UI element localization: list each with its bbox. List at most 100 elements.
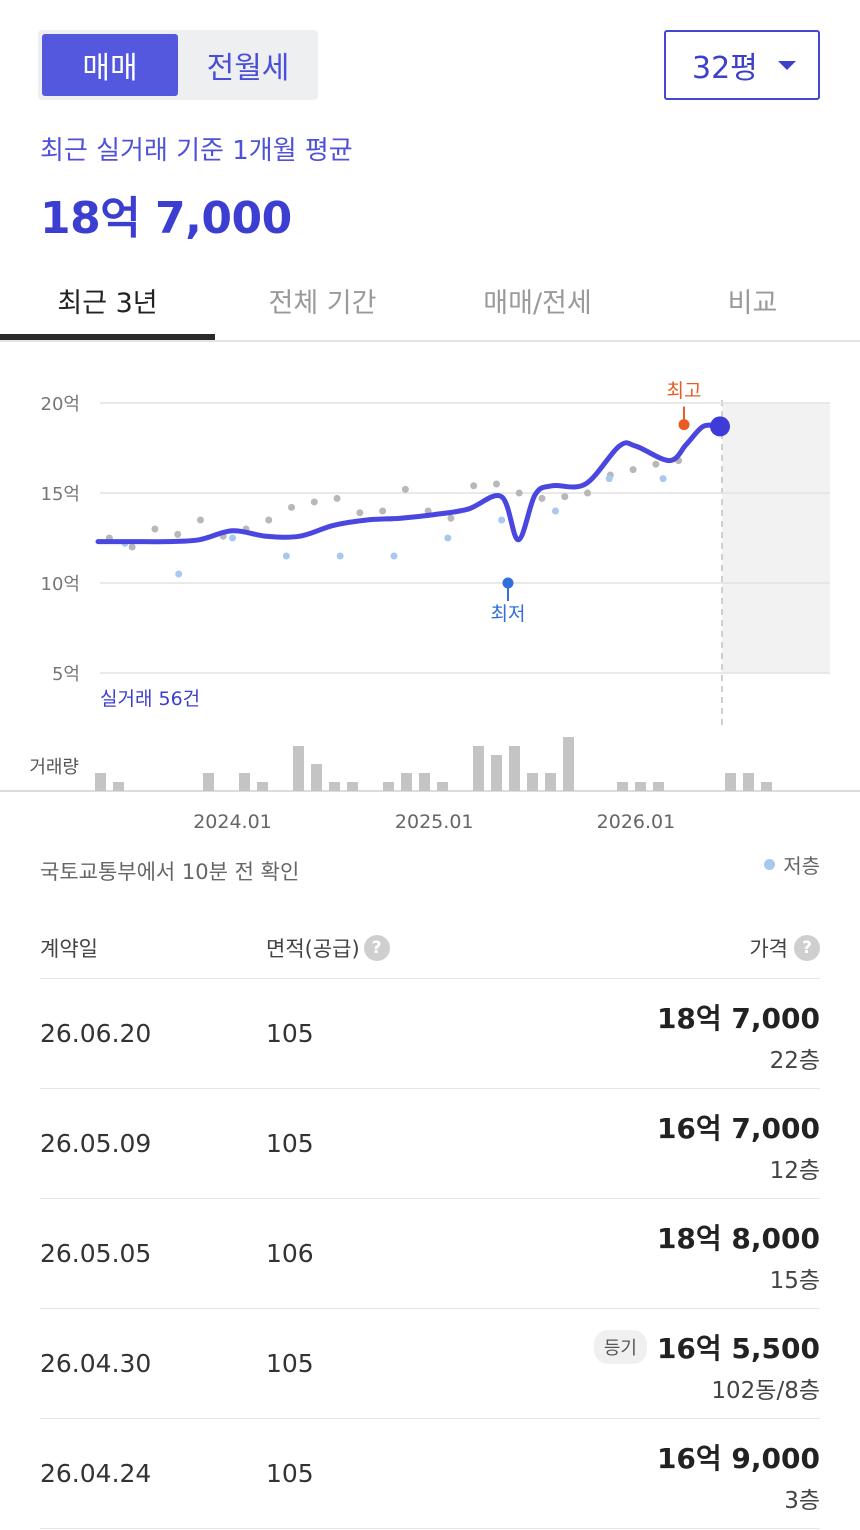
header-area-label: 면적(공급) xyxy=(266,937,360,961)
row-area: 106 xyxy=(266,1239,314,1268)
y-tick-label: 10억 xyxy=(41,574,80,595)
volume-bar xyxy=(527,773,538,791)
table-row[interactable]: 26.04.30 105 등기 16억 5,500 102동/8층 xyxy=(40,1309,820,1419)
trade-dot xyxy=(652,460,660,468)
row-price-value: 16억 9,000 xyxy=(656,1442,820,1475)
header-price-label: 가격 xyxy=(749,937,788,961)
data-source-note: 국토교통부에서 10분 전 확인 xyxy=(40,860,300,884)
row-price: 18억 7,000 xyxy=(657,997,820,1037)
trade-dot xyxy=(174,530,182,538)
trade-dot xyxy=(356,509,364,517)
tab-compare[interactable]: 비교 xyxy=(645,260,860,340)
volume-bar xyxy=(239,773,250,791)
row-date: 26.05.09 xyxy=(40,1129,152,1158)
volume-bar xyxy=(491,755,502,791)
row-floor: 22층 xyxy=(769,1048,820,1074)
sale-toggle-button[interactable]: 매매 xyxy=(42,34,178,96)
header-area: 면적(공급) ? xyxy=(266,933,390,963)
row-price-value: 16억 5,500 xyxy=(656,1332,820,1365)
volume-bar xyxy=(743,773,754,791)
high-marker-dot xyxy=(678,419,690,431)
volume-bar xyxy=(293,746,304,791)
row-area: 105 xyxy=(266,1349,314,1378)
trade-dot xyxy=(128,543,136,551)
trade-dot xyxy=(401,485,409,493)
volume-bar xyxy=(653,782,664,791)
tab-all-period[interactable]: 전체 기간 xyxy=(215,260,430,340)
y-tick-label: 20억 xyxy=(41,394,80,415)
row-date: 26.06.20 xyxy=(40,1019,152,1048)
y-tick-label: 15억 xyxy=(41,484,80,505)
price-trend-line xyxy=(95,422,723,545)
rent-toggle-button[interactable]: 전월세 xyxy=(180,34,316,96)
trade-dot xyxy=(561,493,569,501)
volume-bar xyxy=(635,782,646,791)
low-floor-trade-dot xyxy=(229,534,237,542)
x-tick-label: 2024.01 xyxy=(193,811,272,833)
volume-bar xyxy=(545,773,556,791)
volume-bar xyxy=(113,782,124,791)
size-select[interactable]: 32평 xyxy=(664,30,820,100)
low-floor-trade-dot xyxy=(175,570,183,578)
header-date: 계약일 xyxy=(40,937,98,961)
active-tab-indicator xyxy=(0,334,215,340)
tab-sale-jeonse[interactable]: 매매/전세 xyxy=(430,260,645,340)
trade-dot xyxy=(492,480,500,488)
high-label: 최고 xyxy=(667,380,702,402)
chevron-down-icon xyxy=(778,61,796,70)
volume-bar xyxy=(311,764,322,791)
row-price-value: 18억 7,000 xyxy=(656,1002,820,1035)
period-tabs: 최근 3년 전체 기간 매매/전세 비교 xyxy=(0,260,860,342)
low-floor-trade-dot xyxy=(551,507,559,515)
row-price: 등기 16억 5,500 xyxy=(593,1327,820,1367)
table-row[interactable]: 26.05.05 106 18억 8,000 15층 xyxy=(40,1199,820,1309)
trade-dot xyxy=(447,514,455,522)
trade-dot xyxy=(629,466,637,474)
row-price-value: 16억 7,000 xyxy=(656,1112,820,1145)
trade-dot xyxy=(379,507,387,515)
y-tick-label: 5억 xyxy=(52,664,80,685)
volume-bar xyxy=(95,773,106,791)
low-floor-trade-dot xyxy=(659,475,667,483)
low-floor-trade-dot xyxy=(282,552,290,560)
row-floor: 12층 xyxy=(769,1158,820,1184)
row-area: 105 xyxy=(266,1459,314,1488)
tab-recent-3y[interactable]: 최근 3년 xyxy=(0,260,215,340)
help-icon[interactable]: ? xyxy=(363,935,390,961)
trade-dot xyxy=(288,503,296,511)
table-row[interactable]: 26.04.24 105 16억 9,000 3층 xyxy=(40,1419,820,1529)
low-label: 최저 xyxy=(491,603,526,625)
volume-bar xyxy=(329,782,340,791)
x-tick-label: 2026.01 xyxy=(597,811,676,833)
low-floor-trade-dot xyxy=(336,552,344,560)
row-price: 16억 7,000 xyxy=(657,1107,820,1147)
latest-price-point xyxy=(710,416,730,437)
row-date: 26.04.30 xyxy=(40,1349,152,1378)
table-row[interactable]: 26.06.20 105 18억 7,000 22층 xyxy=(40,979,820,1089)
help-icon[interactable]: ? xyxy=(794,935,820,961)
table-row[interactable]: 26.05.09 105 16억 7,000 12층 xyxy=(40,1089,820,1199)
registered-badge: 등기 xyxy=(593,1330,647,1364)
row-date: 26.04.24 xyxy=(40,1459,152,1488)
header-price: 가격 ? xyxy=(749,933,820,963)
volume-bar xyxy=(347,782,358,791)
low-floor-dot-icon xyxy=(764,859,776,870)
row-area: 105 xyxy=(266,1019,314,1048)
transaction-count-label: 실거래 56건 xyxy=(100,688,200,710)
trade-dot xyxy=(310,498,318,506)
trade-dot xyxy=(470,482,478,490)
volume-bar xyxy=(437,782,448,791)
low-floor-trade-dot xyxy=(498,516,506,524)
price-chart[interactable]: 20억 15억 10억 5억거래량 실거래 56건 2024.01 2025.01 2026.… xyxy=(0,350,860,840)
low-floor-trade-dot xyxy=(605,475,613,483)
volume-bar xyxy=(761,782,772,791)
volume-bar xyxy=(473,746,484,791)
row-price: 16억 9,000 xyxy=(657,1437,820,1477)
low-floor-trade-dot xyxy=(444,534,452,542)
volume-bar xyxy=(383,782,394,791)
row-price-value: 18억 8,000 xyxy=(656,1222,820,1255)
transaction-table-header: 계약일 면적(공급) ? 가격 ? xyxy=(40,915,820,979)
average-price-value: 18억 7,000 xyxy=(40,193,292,244)
low-marker-dot xyxy=(502,577,514,589)
trade-dot xyxy=(151,525,159,533)
